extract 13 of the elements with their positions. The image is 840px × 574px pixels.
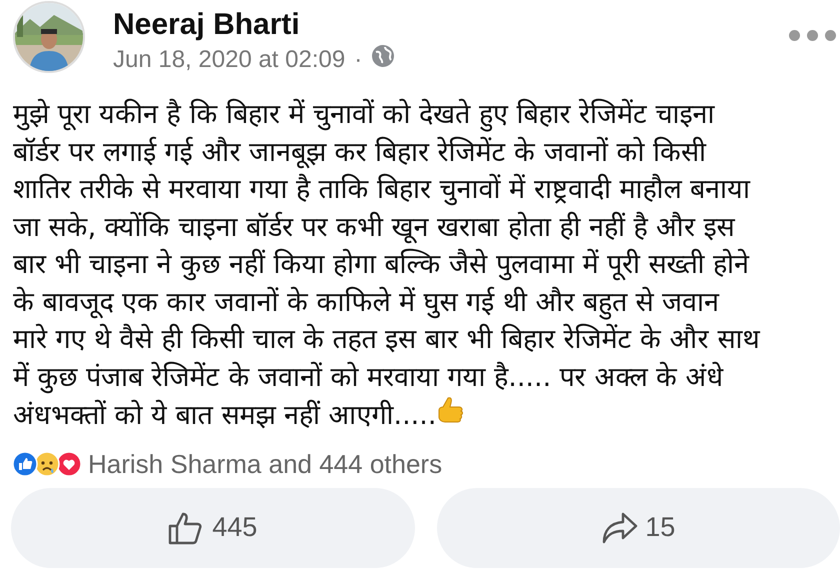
like-button[interactable]: 445 [11, 488, 414, 568]
separator-dot: · [354, 46, 362, 74]
post-text: मुझे पूरा यकीन है कि बिहार में चुनावों को देखते हुए बिहार रेजिमेंट चाइना बॉर्डर पर लगाई गई और जानबूझ कर बिहार रेजिमेंट के जवानों को किसी शातिर तरीके से मरवाया गया है ताकि बिहार चुनावों में राष्ट्रवादी माहौल बनाया जा सके, क्योंकि चाइना बॉर्डर पर कभी खून खराबा होता ही नहीं है और इस बार भी चाइना ने कुछ नहीं किया होगा बल्कि जैसे पुलवामा में पूरी सख्ती होने के बावजूद एक कार जवानों के काफिले में घुस गई थी और बहुत से जवान मारे गए थे वैसे ही किसी चाल के तहत इस बार भी बिहार रेजिमेंट के और साथ में कुछ पंजाब रेजिमेंट के जवानों को मरवाया गया है..... पर अक्ल के अंधे अंधभक्तों को ये बात समझ नहीं आएगी..... [13, 98, 762, 433]
sad-reaction-icon [34, 451, 60, 477]
globe-icon[interactable] [371, 44, 396, 68]
like-reaction-icon [12, 451, 38, 477]
author-name[interactable]: Neeraj Bharti [113, 8, 396, 42]
love-reaction-icon [56, 451, 82, 477]
share-icon [601, 510, 640, 544]
more-options-icon[interactable] [787, 28, 838, 43]
post-timestamp[interactable]: Jun 18, 2020 at 02:09 [113, 46, 346, 74]
reaction-summary[interactable]: Harish Sharma and 444 others [88, 448, 442, 480]
share-button[interactable]: 15 [436, 488, 840, 568]
